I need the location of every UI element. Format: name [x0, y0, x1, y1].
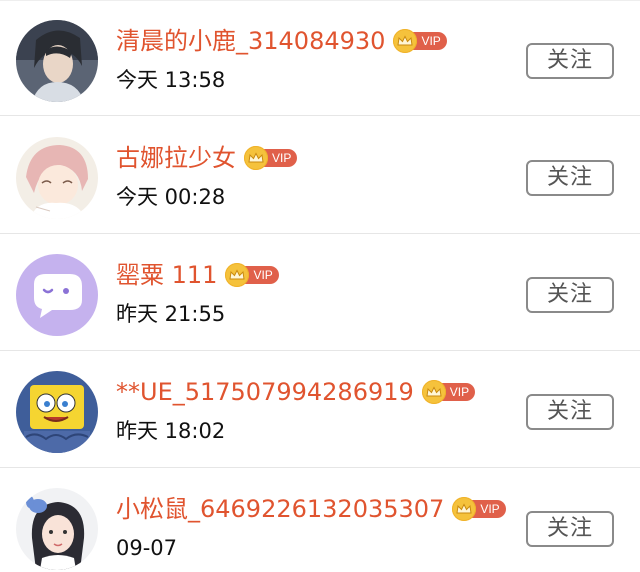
follow-time: 昨天 21:55: [116, 302, 226, 326]
girl-with-stitch-avatar-icon[interactable]: [16, 488, 98, 570]
user-name[interactable]: 清晨的小鹿_314084930: [116, 23, 385, 59]
user-name[interactable]: 古娜拉少女: [116, 140, 236, 176]
follow-time: 今天 13:58: [116, 68, 226, 92]
list-item[interactable]: 罂粟 111 VIP 昨天 21:55 关注: [0, 235, 640, 351]
follow-button[interactable]: 关注: [526, 43, 614, 79]
follow-button[interactable]: 关注: [526, 511, 614, 547]
follow-button[interactable]: 关注: [526, 394, 614, 430]
follow-time: 今天 00:28: [116, 185, 226, 209]
list-item[interactable]: 清晨的小鹿_314084930 VIP 今天 13:58 关注: [0, 0, 640, 116]
list-item[interactable]: **UE_517507994286919 VIP 昨天 18:02 关注: [0, 352, 640, 468]
vip-badge: VIP: [421, 380, 476, 404]
follow-button[interactable]: 关注: [526, 277, 614, 313]
vip-badge: VIP: [225, 263, 279, 287]
crown-icon: [244, 146, 268, 170]
purple-chat-bubble-avatar-icon[interactable]: [16, 254, 98, 336]
user-name[interactable]: 罂粟 111: [116, 257, 217, 293]
vip-badge: VIP: [452, 497, 506, 521]
vip-badge: VIP: [393, 29, 447, 53]
vip-badge: VIP: [244, 146, 298, 170]
pink-hair-girl-avatar-icon[interactable]: [16, 137, 98, 219]
anime-man-avatar-icon[interactable]: [16, 20, 98, 102]
user-name[interactable]: **UE_517507994286919: [116, 374, 414, 410]
list-item[interactable]: 古娜拉少女 VIP 今天 00:28 关注: [0, 118, 640, 234]
follow-button[interactable]: 关注: [526, 160, 614, 196]
follower-list: 清晨的小鹿_314084930 VIP 今天 13:58 关注 古娜拉少女 VI…: [0, 0, 640, 572]
spongebob-avatar-icon[interactable]: [16, 371, 98, 453]
follow-time: 09-07: [116, 536, 178, 560]
crown-icon: [421, 380, 446, 404]
follow-time: 昨天 18:02: [116, 419, 226, 443]
list-item[interactable]: 小松鼠_6469226132035307 VIP 09-07 关注: [0, 469, 640, 572]
user-name[interactable]: 小松鼠_6469226132035307: [116, 491, 444, 527]
